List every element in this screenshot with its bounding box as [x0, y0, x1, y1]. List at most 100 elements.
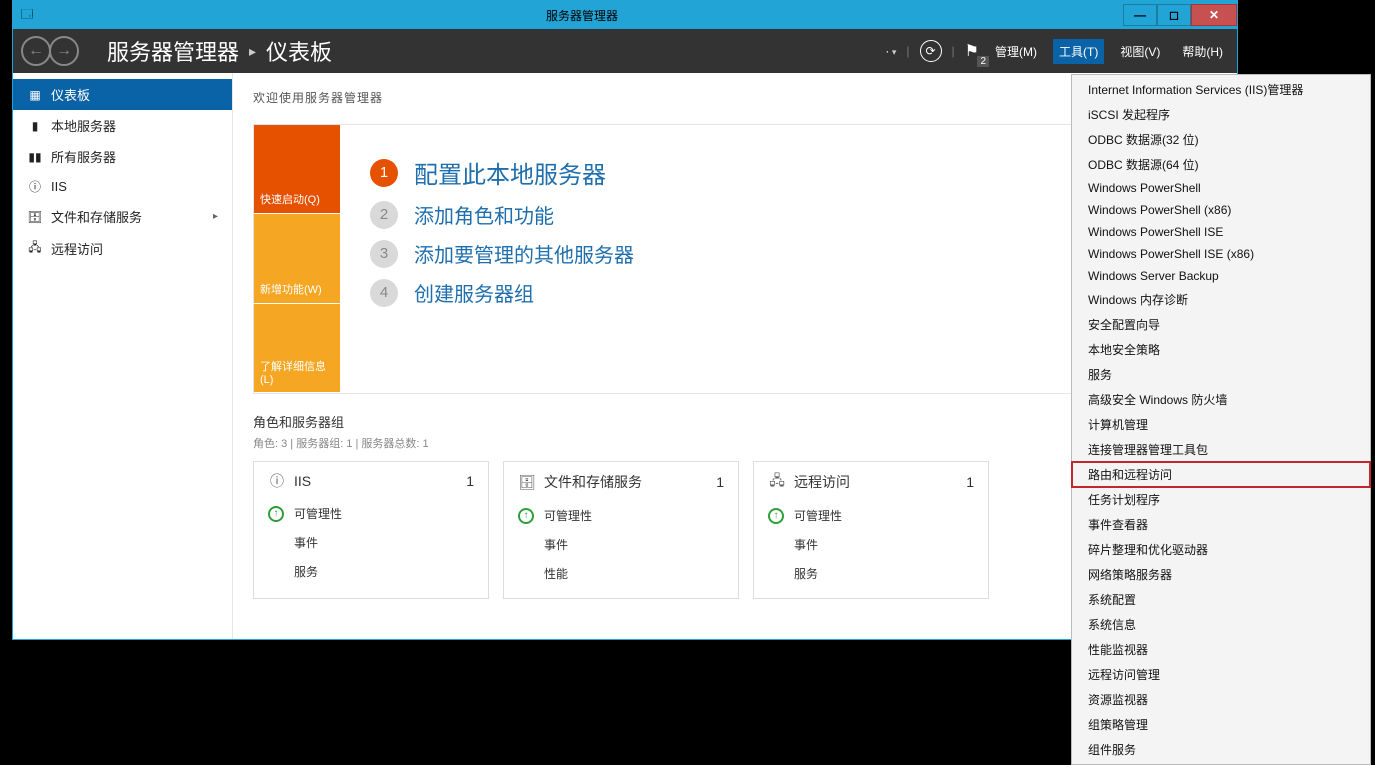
breadcrumb-dropdown[interactable]: · — [885, 44, 896, 58]
nav-arrows: ← → — [21, 36, 79, 66]
tools-menu-item[interactable]: Windows 内存诊断 — [1072, 287, 1370, 312]
role-tile-row-performance[interactable]: 性能 — [518, 559, 724, 588]
welcome-steps: 1 配置此本地服务器 2 添加角色和功能 3 添加要管理的其他服务器 4 创建服… — [340, 125, 664, 393]
role-tile-name: 远程访问 — [794, 472, 850, 492]
step-number: 3 — [370, 240, 398, 268]
role-tile-file-storage[interactable]: 🗄 文件和存储服务 1 ↑可管理性 事件 性能 — [503, 461, 739, 599]
sidebar-item-iis[interactable]: ⓘ IIS — [13, 172, 232, 201]
tools-menu-item[interactable]: Internet Information Services (IIS)管理器 — [1072, 77, 1370, 102]
sidebar-item-label: 文件和存储服务 — [51, 207, 142, 226]
nav-back-button[interactable]: ← — [21, 36, 51, 66]
minimize-button[interactable]: — — [1123, 4, 1157, 26]
storage-icon: 🗄 — [27, 210, 43, 224]
role-tile-name: 文件和存储服务 — [544, 472, 642, 492]
sidebar-item-dashboard[interactable]: ▦ 仪表板 — [13, 79, 232, 110]
step-number: 1 — [370, 159, 398, 187]
role-tile-remote-access[interactable]: 🖧 远程访问 1 ↑可管理性 事件 服务 — [753, 461, 989, 599]
role-tile-row-services[interactable]: 服务 — [268, 557, 474, 586]
tools-menu-item[interactable]: Windows PowerShell — [1072, 177, 1370, 199]
tools-menu-item[interactable]: Windows Server Backup — [1072, 265, 1370, 287]
maximize-button[interactable]: ◻ — [1157, 4, 1191, 26]
tools-menu-item[interactable]: 资源监视器 — [1072, 687, 1370, 712]
sidebar-item-label: IIS — [51, 179, 67, 194]
step-create-group[interactable]: 4 创建服务器组 — [370, 278, 634, 307]
role-tile-iis[interactable]: ⓘ IIS 1 ↑可管理性 事件 服务 — [253, 461, 489, 599]
role-tile-row-events[interactable]: 事件 — [768, 530, 974, 559]
role-tile-row-events[interactable]: 事件 — [268, 528, 474, 557]
tools-menu-item[interactable]: ODBC 数据源(64 位) — [1072, 152, 1370, 177]
chevron-right-icon: ▸ — [213, 211, 218, 222]
header-separator: | — [906, 44, 909, 58]
window-title: 服务器管理器 — [41, 7, 1123, 24]
status-up-icon: ↑ — [268, 506, 284, 522]
tools-menu-item[interactable]: 服务 — [1072, 362, 1370, 387]
tools-menu-item[interactable]: 本地安全策略 — [1072, 337, 1370, 362]
tools-menu-item[interactable]: 系统配置 — [1072, 587, 1370, 612]
menu-view[interactable]: 视图(V) — [1114, 39, 1166, 64]
close-button[interactable]: ✕ — [1191, 4, 1237, 26]
servers-icon: ▮▮ — [27, 150, 43, 164]
role-tile-header: 🖧 远程访问 1 — [768, 472, 974, 501]
tools-menu-item[interactable]: 任务计划程序 — [1072, 487, 1370, 512]
step-configure-local[interactable]: 1 配置此本地服务器 — [370, 155, 634, 190]
tools-menu-item[interactable]: 性能监视器 — [1072, 637, 1370, 662]
tools-menu-item[interactable]: 路由和远程访问 — [1072, 462, 1370, 487]
tools-menu-item[interactable]: 碎片整理和优化驱动器 — [1072, 537, 1370, 562]
server-manager-window: 🗔 服务器管理器 — ◻ ✕ ← → 服务器管理器 ▸ 仪表板 · | ⟳ | … — [12, 0, 1238, 640]
sidebar-item-label: 所有服务器 — [51, 147, 116, 166]
tools-menu-item[interactable]: 计算机管理 — [1072, 412, 1370, 437]
tools-menu-item[interactable]: 组策略管理 — [1072, 712, 1370, 737]
tools-menu-item[interactable]: 组件服务 — [1072, 737, 1370, 762]
notifications-flag-icon[interactable]: ⚑2 — [965, 41, 979, 61]
role-tile-row-manageability[interactable]: ↑可管理性 — [518, 501, 724, 530]
tools-menu-item[interactable]: ODBC 数据源(32 位) — [1072, 127, 1370, 152]
tools-menu-item[interactable]: 事件查看器 — [1072, 512, 1370, 537]
menu-help[interactable]: 帮助(H) — [1176, 39, 1229, 64]
breadcrumb: 服务器管理器 ▸ 仪表板 — [107, 35, 332, 67]
body-area: ▦ 仪表板 ▮ 本地服务器 ▮▮ 所有服务器 ⓘ IIS 🗄 文件和存储服务 ▸ — [13, 73, 1237, 639]
tile-learnmore[interactable]: 了解详细信息(L) — [254, 304, 340, 393]
step-add-servers[interactable]: 3 添加要管理的其他服务器 — [370, 239, 634, 268]
role-tile-row-manageability[interactable]: ↑可管理性 — [768, 501, 974, 530]
tools-menu-item[interactable]: 远程访问管理 — [1072, 662, 1370, 687]
tools-menu-item[interactable]: 安全配置向导 — [1072, 312, 1370, 337]
breadcrumb-app: 服务器管理器 — [107, 35, 239, 67]
tools-menu-item[interactable]: Windows PowerShell ISE — [1072, 221, 1370, 243]
sidebar-item-all-servers[interactable]: ▮▮ 所有服务器 — [13, 141, 232, 172]
role-tile-header: ⓘ IIS 1 — [268, 472, 474, 499]
system-menu-icon[interactable]: 🗔 — [13, 5, 41, 26]
sidebar-item-file-storage[interactable]: 🗄 文件和存储服务 ▸ — [13, 201, 232, 232]
remote-icon: 🖧 — [27, 238, 43, 259]
storage-icon: 🗄 — [518, 473, 536, 491]
breadcrumb-page: 仪表板 — [266, 35, 332, 67]
step-number: 4 — [370, 279, 398, 307]
tile-quickstart[interactable]: 快速启动(Q) — [254, 125, 340, 214]
step-label: 配置此本地服务器 — [414, 155, 606, 190]
tile-whatsnew[interactable]: 新增功能(W) — [254, 214, 340, 303]
sidebar-item-local-server[interactable]: ▮ 本地服务器 — [13, 110, 232, 141]
status-up-icon: ↑ — [518, 508, 534, 524]
step-add-roles[interactable]: 2 添加角色和功能 — [370, 200, 634, 229]
role-tile-row-services[interactable]: 服务 — [768, 559, 974, 588]
tools-menu-item[interactable]: Windows PowerShell (x86) — [1072, 199, 1370, 221]
tools-dropdown-menu: Internet Information Services (IIS)管理器iS… — [1071, 74, 1371, 765]
step-label: 创建服务器组 — [414, 278, 534, 307]
tools-menu-item[interactable]: 网络策略服务器 — [1072, 562, 1370, 587]
nav-forward-button[interactable]: → — [49, 36, 79, 66]
titlebar: 🗔 服务器管理器 — ◻ ✕ — [13, 1, 1237, 29]
role-tile-row-manageability[interactable]: ↑可管理性 — [268, 499, 474, 528]
tools-menu-item[interactable]: Windows PowerShell ISE (x86) — [1072, 243, 1370, 265]
remote-icon: 🖧 — [768, 473, 786, 491]
tools-menu-item[interactable]: 系统信息 — [1072, 612, 1370, 637]
role-tile-row-events[interactable]: 事件 — [518, 530, 724, 559]
sidebar-item-remote-access[interactable]: 🖧 远程访问 — [13, 232, 232, 265]
menu-manage[interactable]: 管理(M) — [989, 39, 1043, 64]
tools-menu-item[interactable]: iSCSI 发起程序 — [1072, 102, 1370, 127]
tools-menu-item[interactable]: 高级安全 Windows 防火墙 — [1072, 387, 1370, 412]
role-tile-header: 🗄 文件和存储服务 1 — [518, 472, 724, 501]
refresh-button[interactable]: ⟳ — [920, 40, 942, 62]
role-tile-count: 1 — [466, 473, 474, 489]
tools-menu-item[interactable]: 连接管理器管理工具包 — [1072, 437, 1370, 462]
sidebar-item-label: 仪表板 — [51, 85, 90, 104]
menu-tools[interactable]: 工具(T) — [1053, 39, 1104, 64]
